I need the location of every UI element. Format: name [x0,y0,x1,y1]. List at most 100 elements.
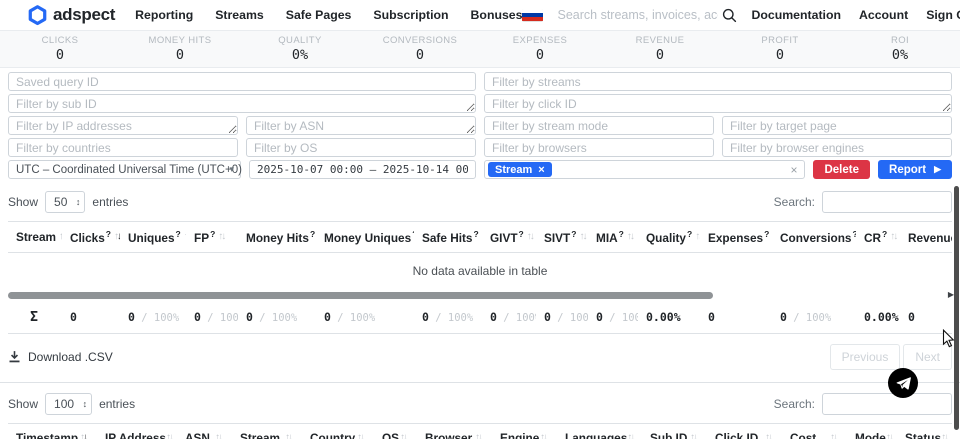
logo-text: adspect [53,5,115,25]
log-page-size-select[interactable]: 100 ↕ [45,393,92,415]
nav-item-reporting[interactable]: Reporting [135,8,193,22]
stat-quality: QUALITY0% [240,35,360,67]
log-section: Show 100 ↕ entries Search: Timestamp↑↓IP… [0,383,960,439]
target-page-filter[interactable] [722,116,952,135]
ip-filter[interactable] [8,116,238,135]
nav-link-sign-out[interactable]: Sign Out [926,8,960,22]
hexagon-logo-icon [28,5,47,26]
group-by-input[interactable]: Stream × × [484,160,805,179]
countries-filter[interactable] [8,138,238,157]
search-icon[interactable] [722,8,737,23]
column-header-languages[interactable]: Languages↑↓ [557,423,642,439]
previous-button[interactable]: Previous [830,344,901,370]
summary-sigma: Σ [8,302,62,334]
stream-mode-filter[interactable] [484,116,714,135]
remove-tag-icon[interactable]: × [538,164,544,176]
column-header-uniques[interactable]: Uniques?↑↓ [120,222,186,253]
column-header-clicks[interactable]: Clicks?↑↓ [62,222,120,253]
column-header-stream[interactable]: Stream↑↓ [232,423,302,439]
sort-icon: ↑↓ [215,432,221,439]
sort-icon: ↑↓ [886,432,892,439]
report-button[interactable]: Report ▶ [878,160,952,179]
column-header-money-uniques[interactable]: Money Uniques?↑↓ [316,222,414,253]
column-header-safe-hits[interactable]: Safe Hits?↑↓ [414,222,482,253]
sort-icon: ↑↓ [890,231,896,242]
nav-item-safe-pages[interactable]: Safe Pages [286,8,352,22]
nav-link-account[interactable]: Account [859,8,908,22]
column-header-os[interactable]: OS↑↓ [374,423,417,439]
summary-cell: 0 / 100% [536,302,588,334]
stats-bar: CLICKS0 MONEY HITS0 QUALITY0% CONVERSION… [0,31,960,68]
summary-cell: 0 / 100% [588,302,638,334]
download-icon [8,350,21,363]
summary-row: Σ00 / 100%0 / 100%0 / 100%0 / 100%0 / 10… [8,302,952,334]
stat-clicks: CLICKS0 [0,35,120,67]
next-button[interactable]: Next [903,344,952,370]
chevron-down-icon: ▾ [229,164,234,175]
column-header-engine[interactable]: Engine↑↓ [492,423,557,439]
column-header-cr[interactable]: CR?↑↓ [856,222,900,253]
column-header-conversions[interactable]: Conversions?↑↓ [772,222,856,253]
sort-icon: ↑↓ [80,432,86,439]
column-header-sivt[interactable]: SIVT?↑↓ [536,222,588,253]
nav-item-streams[interactable]: Streams [215,8,264,22]
search-label: Search: [774,397,815,411]
summary-cell: 0.00% [856,302,900,334]
delete-button[interactable]: Delete [813,160,870,179]
click-id-filter[interactable] [484,94,952,113]
column-header-givt[interactable]: GIVT?↑↓ [482,222,536,253]
column-header-asn[interactable]: ASN↑↓ [177,423,232,439]
show-label: Show [8,195,38,209]
column-header-status[interactable]: Status↑↓ [897,423,952,439]
column-header-fp[interactable]: FP?↑↓ [186,222,238,253]
nav-item-bonuses[interactable]: Bonuses [471,8,523,22]
telegram-button[interactable] [888,368,918,398]
column-header-click-id[interactable]: Click ID↑↓ [707,423,782,439]
table-search-input[interactable] [822,191,952,213]
sub-id-filter[interactable] [8,94,476,113]
horizontal-scrollbar-thumb[interactable] [8,292,713,299]
date-range-input[interactable] [249,160,476,179]
timezone-select[interactable]: UTC – Coordinated Universal Time (UTC+0)… [8,160,241,179]
sort-icon: ↑↓ [184,231,186,242]
browsers-filter[interactable] [484,138,714,157]
clear-groups-icon[interactable]: × [790,163,797,177]
streams-filter[interactable] [484,72,952,91]
column-header-quality[interactable]: Quality?↑↓ [638,222,700,253]
summary-cell: 0 [700,302,772,334]
column-header-sub-id[interactable]: Sub ID↑↓ [642,423,707,439]
column-header-revenue[interactable]: Revenue?↑↓ [900,222,952,253]
adspect-logo[interactable]: adspect [28,5,115,26]
column-header-country[interactable]: Country↑↓ [302,423,374,439]
entries-label: entries [92,195,128,209]
log-search-input[interactable] [822,393,952,415]
stat-revenue: REVENUE0 [600,35,720,67]
column-header-stream[interactable]: Stream↑↓ [8,222,62,253]
saved-query-input[interactable] [8,72,476,91]
sort-icon: ↑↓ [166,432,172,439]
group-tag-stream[interactable]: Stream × [488,162,552,177]
column-header-ip-address[interactable]: IP Address↑↓ [97,423,177,439]
column-header-money-hits[interactable]: Money Hits?↑↓ [238,222,316,253]
os-filter[interactable] [246,138,476,157]
column-header-cost[interactable]: Cost↑↓ [782,423,847,439]
nav-link-documentation[interactable]: Documentation [751,8,841,22]
horizontal-scrollbar[interactable]: ▶ [8,290,952,302]
navbar: adspect Reporting Streams Safe Pages Sub… [0,0,960,31]
browser-engines-filter[interactable] [722,138,952,157]
language-flag-icon[interactable] [522,9,543,22]
column-header-mia[interactable]: MIA?↑↓ [588,222,638,253]
page-size-select[interactable]: 50 ↕ [45,191,85,213]
column-header-timestamp[interactable]: Timestamp↑↓ [8,423,97,439]
nav-item-subscription[interactable]: Subscription [373,8,448,22]
vertical-scrollbar[interactable] [954,186,959,430]
column-header-mode[interactable]: Mode↑↓ [847,423,897,439]
log-table-controls: Show 100 ↕ entries Search: [0,383,960,423]
column-header-browser[interactable]: Browser↑↓ [417,423,492,439]
stats-table: Stream↑↓Clicks?↑↓Uniques?↑↓FP?↑↓Money Hi… [8,221,952,334]
global-search-input[interactable] [557,8,718,22]
asn-filter[interactable] [246,116,476,135]
sort-icon: ↑↓ [579,231,585,242]
download-csv-link[interactable]: Download .CSV [8,350,113,364]
column-header-expenses[interactable]: Expenses?↑↓ [700,222,772,253]
